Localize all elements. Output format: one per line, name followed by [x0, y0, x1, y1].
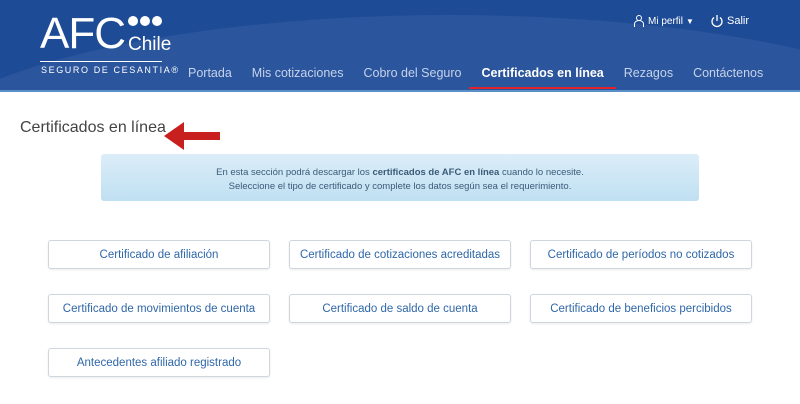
logout-button[interactable]: Salir [710, 14, 749, 28]
chevron-down-icon: ▼ [686, 16, 694, 26]
cert-beneficios-button[interactable]: Certificado de beneficios percibidos [530, 294, 752, 323]
antecedentes-afiliado-button[interactable]: Antecedentes afiliado registrado [48, 348, 270, 377]
info-banner: En esta sección podrá descargar los cert… [101, 154, 699, 201]
main-nav: Portada Mis cotizaciones Cobro del Segur… [178, 66, 773, 89]
cert-cotizaciones-button[interactable]: Certificado de cotizaciones acreditadas [289, 240, 511, 269]
logo-brand: AFC [40, 9, 126, 58]
logo-dots-icon [128, 16, 162, 26]
logo-divider [40, 61, 162, 62]
cert-afiliacion-button[interactable]: Certificado de afiliación [48, 240, 270, 269]
power-icon [711, 15, 723, 28]
nav-portada[interactable]: Portada [178, 66, 242, 88]
info-text-line2: Seleccione el tipo de certificado y comp… [228, 181, 572, 192]
user-icon [634, 15, 644, 27]
logout-label: Salir [727, 15, 750, 27]
page-title: Certificados en línea [20, 119, 166, 136]
info-text-post: cuando lo necesite. [499, 167, 584, 178]
red-arrow-icon [164, 122, 220, 150]
logo-country: Chile [128, 34, 172, 55]
nav-rezagos[interactable]: Rezagos [614, 66, 683, 88]
profile-label: Mi perfil [648, 15, 684, 27]
cert-movimientos-button[interactable]: Certificado de movimientos de cuenta [48, 294, 270, 323]
cert-saldo-button[interactable]: Certificado de saldo de cuenta [289, 294, 511, 323]
nav-contactenos[interactable]: Contáctenos [683, 66, 773, 88]
info-text-bold: certificados de AFC en línea [372, 167, 500, 178]
header: AFC Chile SEGURO DE CESANTIA® Portada Mi… [0, 0, 800, 92]
nav-mis-cotizaciones[interactable]: Mis cotizaciones [242, 66, 354, 88]
nav-certificados-en-linea[interactable]: Certificados en línea [469, 66, 617, 89]
info-text-pre: En esta sección podrá descargar los [216, 167, 373, 178]
logo-tagline: SEGURO DE CESANTIA® [41, 65, 180, 75]
cert-periodos-no-cotizados-button[interactable]: Certificado de períodos no cotizados [530, 240, 752, 269]
afc-logo[interactable]: AFC Chile SEGURO DE CESANTIA® [40, 9, 178, 75]
profile-menu[interactable]: Mi perfil ▼ [633, 14, 694, 28]
nav-cobro-del-seguro[interactable]: Cobro del Seguro [353, 66, 471, 88]
